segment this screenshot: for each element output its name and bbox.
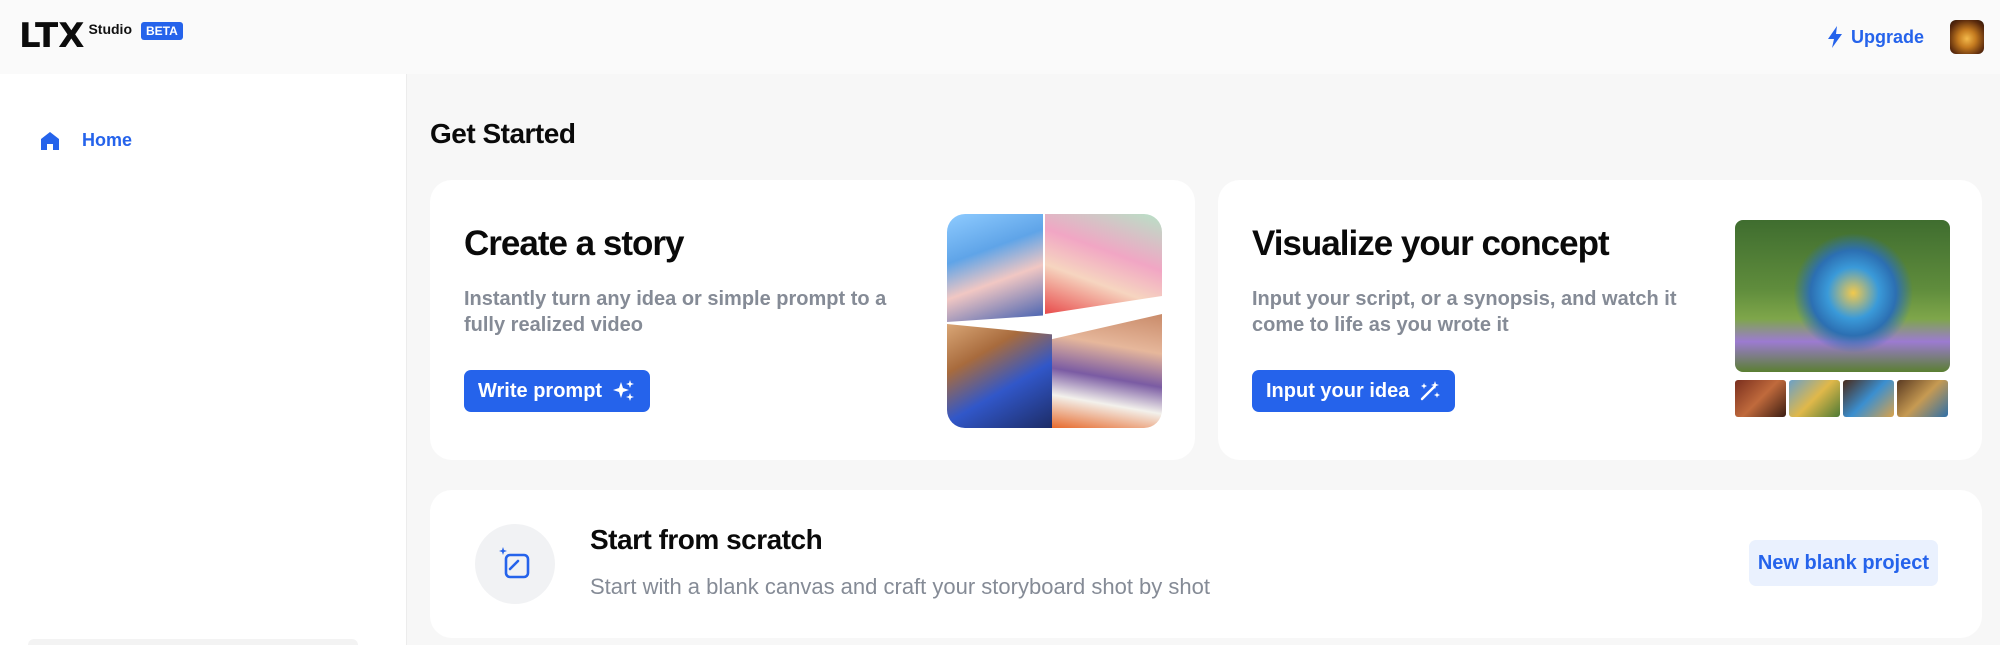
main-content: Get Started Create a story Instantly tur…: [408, 74, 2000, 645]
concept-thumbnail-strip: [1735, 380, 1948, 417]
sparkles-icon: [613, 380, 635, 401]
upgrade-label: Upgrade: [1850, 26, 1924, 47]
card-description: Instantly turn any idea or simple prompt…: [464, 288, 887, 336]
sidebar-footer: [28, 639, 358, 645]
thumbnail: [1789, 380, 1840, 417]
sidebar: Home: [0, 74, 407, 645]
top-bar: LTX Studio BETA Upgrade: [0, 0, 2000, 74]
page-title: Get Started: [430, 118, 576, 149]
logo-text: LTX: [19, 16, 85, 56]
collage-panel: [947, 214, 1043, 322]
thumbnail: [1897, 380, 1948, 417]
card-title: Create a story: [464, 224, 684, 263]
concept-preview-image: [1735, 220, 1950, 372]
home-icon: [41, 131, 59, 150]
brand-logo[interactable]: LTX Studio BETA: [19, 19, 183, 53]
user-avatar[interactable]: [1950, 20, 1984, 54]
thumbnail: [1843, 380, 1894, 417]
create-story-card[interactable]: Create a story Instantly turn any idea o…: [430, 180, 1195, 460]
blank-canvas-icon: [475, 524, 555, 604]
scratch-description: Start with a blank canvas and craft your…: [590, 574, 1210, 599]
thumbnail: [1735, 380, 1786, 417]
card-description: Input your script, or a synopsis, and wa…: [1252, 288, 1677, 336]
header-actions: Upgrade: [1827, 20, 1984, 54]
scratch-title: Start from scratch: [590, 524, 823, 555]
input-idea-button[interactable]: Input your idea: [1252, 370, 1456, 412]
collage-panel: [947, 324, 1052, 428]
new-blank-project-button[interactable]: New blank project: [1748, 540, 1938, 586]
collage-panel: [1052, 314, 1162, 428]
collage-panel: [1045, 214, 1162, 314]
button-label: Input your idea: [1266, 379, 1410, 402]
magic-wand-icon: [1421, 381, 1441, 401]
lightning-icon: [1827, 26, 1842, 48]
start-from-scratch-card[interactable]: Start from scratch Start with a blank ca…: [430, 490, 1982, 638]
sidebar-item-label: Home: [82, 130, 133, 150]
button-label: Write prompt: [478, 379, 603, 402]
story-collage-image: [947, 214, 1162, 428]
write-prompt-button[interactable]: Write prompt: [464, 370, 651, 412]
logo-studio-label: Studio: [88, 21, 132, 37]
card-title: Visualize your concept: [1252, 224, 1610, 263]
visualize-concept-card[interactable]: Visualize your concept Input your script…: [1218, 180, 1982, 460]
sidebar-item-home[interactable]: Home: [40, 130, 132, 151]
beta-badge: BETA: [141, 22, 183, 40]
upgrade-button[interactable]: Upgrade: [1827, 26, 1924, 48]
